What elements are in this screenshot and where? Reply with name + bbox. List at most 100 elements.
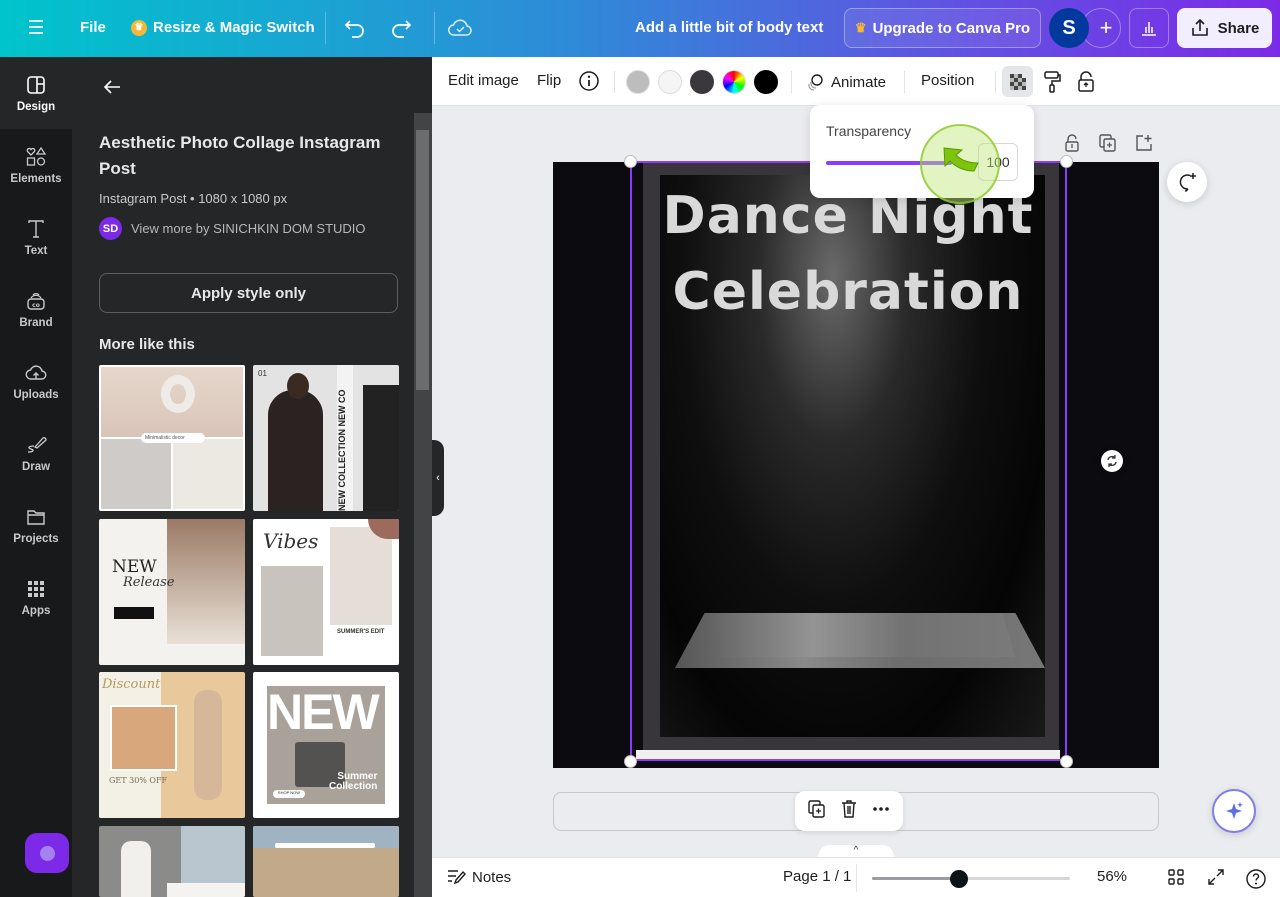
comment-add-icon bbox=[1179, 173, 1196, 193]
grid-view-icon bbox=[1168, 869, 1184, 885]
zoom-slider[interactable] bbox=[872, 870, 1070, 888]
rail-label: Brand bbox=[19, 316, 53, 329]
chevron-left-icon: ‹ bbox=[436, 472, 440, 484]
template-dimensions: Instagram Post • 1080 x 1080 px bbox=[99, 191, 288, 206]
duplicate-icon bbox=[808, 799, 825, 818]
resize-handle-top-left[interactable] bbox=[624, 155, 637, 168]
template-thumbnail[interactable]: NEW Release bbox=[99, 519, 245, 665]
headline-line-2: Celebration bbox=[672, 262, 1024, 322]
duplicate-button[interactable] bbox=[807, 799, 827, 824]
zoom-level[interactable]: 56% bbox=[1097, 868, 1127, 885]
color-swatch[interactable] bbox=[690, 70, 714, 94]
transparency-button[interactable] bbox=[1002, 66, 1033, 97]
add-comment-button[interactable] bbox=[1167, 162, 1207, 202]
magic-assistant-button[interactable] bbox=[25, 833, 69, 873]
rail-item-uploads[interactable]: Uploads bbox=[0, 345, 72, 417]
page-mini-toolbar bbox=[795, 791, 903, 831]
sparkle-icon bbox=[1226, 802, 1243, 819]
file-menu-button[interactable]: File bbox=[80, 19, 106, 36]
position-button[interactable]: Position bbox=[921, 72, 974, 89]
collapse-panel-button[interactable]: ‹ bbox=[432, 440, 444, 516]
main-menu-button[interactable] bbox=[26, 17, 46, 37]
resize-magic-switch-button[interactable]: ♛ Resize & Magic Switch bbox=[131, 19, 315, 36]
fullscreen-button[interactable] bbox=[1207, 868, 1225, 886]
user-avatar[interactable]: S bbox=[1049, 8, 1089, 48]
stage-platform-top bbox=[705, 613, 1015, 657]
template-thumbnail[interactable]: Minimalistic decor bbox=[99, 365, 245, 511]
template-thumbnail[interactable]: Vibes SUMMER'S EDIT bbox=[253, 519, 399, 665]
more-like-this-heading: More like this bbox=[99, 336, 195, 353]
divider bbox=[325, 12, 326, 44]
color-picker-swatch[interactable] bbox=[722, 70, 746, 94]
upgrade-pro-button[interactable]: ♛ Upgrade to Canva Pro bbox=[844, 8, 1041, 48]
rail-item-brand[interactable]: co Brand bbox=[0, 273, 72, 345]
magic-design-button[interactable] bbox=[1212, 789, 1256, 833]
template-thumbnail[interactable] bbox=[253, 826, 399, 897]
apps-grid-icon bbox=[28, 580, 44, 597]
panel-scrollbar-thumb[interactable] bbox=[416, 130, 429, 390]
left-navigation-rail: Design Elements Text co Brand Uploads Dr… bbox=[0, 57, 72, 897]
headline-text[interactable]: Dance Night Celebration bbox=[630, 178, 1066, 330]
lock-page-button[interactable] bbox=[1062, 133, 1084, 155]
share-button[interactable]: Share bbox=[1177, 8, 1272, 48]
copy-style-button[interactable] bbox=[1042, 70, 1062, 94]
template-thumbnail[interactable]: NEW Summer Collection SHOP NOW bbox=[253, 672, 399, 818]
divider bbox=[856, 864, 857, 892]
insights-button[interactable] bbox=[1129, 8, 1169, 48]
rail-item-projects[interactable]: Projects bbox=[0, 489, 72, 561]
help-button[interactable] bbox=[1245, 868, 1267, 890]
lock-button[interactable] bbox=[1076, 70, 1096, 94]
back-button[interactable] bbox=[100, 75, 124, 99]
lock-open-icon bbox=[1065, 134, 1079, 152]
template-thumbnail[interactable] bbox=[99, 826, 245, 897]
page-indicator[interactable]: Page 1 / 1 bbox=[783, 868, 851, 885]
delete-button[interactable] bbox=[839, 799, 859, 824]
save-status-button[interactable] bbox=[448, 17, 472, 39]
resize-handle-top-right[interactable] bbox=[1060, 155, 1073, 168]
add-page-icon bbox=[1136, 135, 1152, 151]
edit-image-button[interactable]: Edit image bbox=[448, 72, 519, 89]
author-link[interactable]: SD View more by SINICHKIN DOM STUDIO bbox=[99, 217, 366, 240]
flip-button[interactable]: Flip bbox=[537, 72, 561, 89]
rail-label: Elements bbox=[10, 172, 62, 185]
info-button[interactable] bbox=[578, 70, 600, 92]
rail-label: Draw bbox=[21, 460, 51, 473]
resize-handle-bottom-left[interactable] bbox=[624, 755, 637, 768]
undo-button[interactable] bbox=[343, 17, 367, 39]
crown-icon: ♛ bbox=[854, 20, 867, 35]
cloud-upload-icon bbox=[25, 364, 47, 380]
notes-button[interactable]: Notes bbox=[446, 868, 511, 886]
upgrade-label: Upgrade to Canva Pro bbox=[872, 19, 1031, 37]
zoom-slider-knob[interactable] bbox=[950, 870, 969, 888]
cloud-saved-icon bbox=[448, 19, 472, 36]
rotate-handle[interactable] bbox=[1101, 450, 1123, 472]
color-swatch[interactable] bbox=[626, 70, 650, 94]
resize-handle-bottom-right[interactable] bbox=[1060, 755, 1073, 768]
more-options-button[interactable] bbox=[871, 799, 891, 824]
animate-button[interactable]: Animate bbox=[805, 72, 886, 92]
apply-style-only-button[interactable]: Apply style only bbox=[99, 273, 398, 313]
svg-text:co: co bbox=[32, 302, 40, 309]
rail-item-text[interactable]: Text bbox=[0, 201, 72, 273]
rail-item-apps[interactable]: Apps bbox=[0, 561, 72, 633]
duplicate-page-button[interactable] bbox=[1098, 133, 1120, 155]
grid-view-button[interactable] bbox=[1167, 868, 1185, 886]
color-swatch[interactable] bbox=[658, 70, 682, 94]
add-page-button[interactable] bbox=[1134, 133, 1156, 155]
magic-dot-icon bbox=[39, 845, 55, 861]
cursor-arrow-icon bbox=[943, 147, 979, 172]
rail-item-design[interactable]: Design bbox=[0, 57, 72, 129]
divider bbox=[904, 71, 905, 93]
color-swatch[interactable] bbox=[754, 70, 778, 94]
share-label: Share bbox=[1217, 19, 1260, 37]
rail-item-draw[interactable]: Draw bbox=[0, 417, 72, 489]
document-title[interactable]: Add a little bit of body text bbox=[635, 19, 823, 36]
template-thumbnail[interactable]: Discount GET 30% OFF bbox=[99, 672, 245, 818]
crown-icon: ♛ bbox=[131, 19, 147, 36]
plus-icon: + bbox=[1099, 15, 1113, 40]
rotate-icon bbox=[1107, 455, 1117, 467]
redo-button[interactable] bbox=[389, 17, 413, 39]
rail-item-elements[interactable]: Elements bbox=[0, 129, 72, 201]
divider bbox=[995, 71, 996, 93]
template-thumbnail[interactable]: NEW COLLECTION NEW CO 01 bbox=[253, 365, 399, 511]
